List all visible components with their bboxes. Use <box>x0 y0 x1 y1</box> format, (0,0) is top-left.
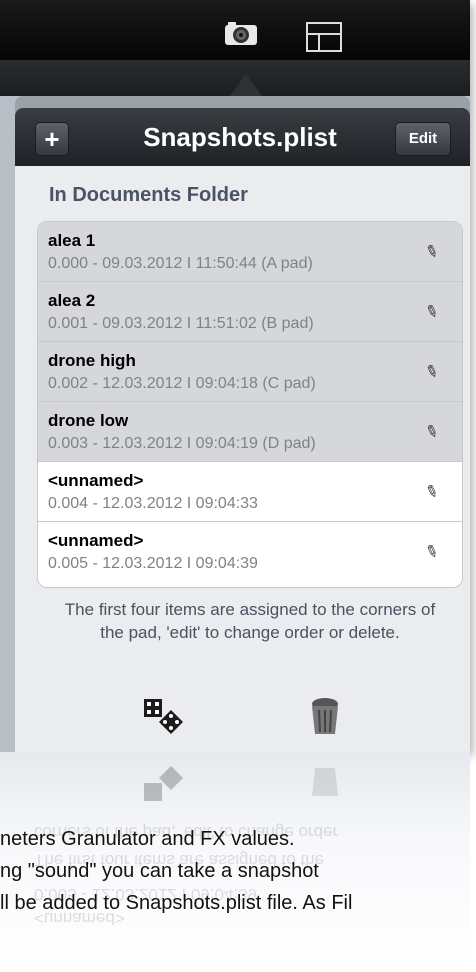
section-header: In Documents Folder <box>49 184 248 206</box>
snapshot-name: <unnamed> <box>48 471 144 490</box>
snapshot-detail: 0.004 - 12.03.2012 I 09:04:33 <box>48 495 258 512</box>
trash-icon[interactable] <box>307 696 343 736</box>
snapshot-name: drone high <box>48 351 136 370</box>
snapshot-name: alea 2 <box>48 291 96 310</box>
snapshot-detail: 0.001 - 09.03.2012 I 11:51:02 (B pad) <box>48 315 314 332</box>
snapshot-detail: 0.003 - 12.03.2012 I 09:04:19 (D pad) <box>48 435 316 452</box>
pencil-icon[interactable]: ✎ <box>422 420 441 443</box>
top-toolbar <box>0 0 470 60</box>
device-screen: + Snapshots.plist Edit In Documents Fold… <box>0 0 470 752</box>
snapshot-row[interactable]: drone low 0.003 - 12.03.2012 I 09:04:19 … <box>38 402 462 462</box>
document-text-line: ll be added to Snapshots.plist file. As … <box>0 892 353 914</box>
snapshot-row[interactable]: drone high 0.002 - 12.03.2012 I 09:04:18… <box>38 342 462 402</box>
trash-reflection <box>312 768 338 796</box>
pencil-icon[interactable]: ✎ <box>422 480 441 503</box>
dice-reflection <box>144 766 183 801</box>
snapshot-detail: 0.005 - 12.03.2012 I 09:04:39 <box>48 555 258 572</box>
snapshot-name: <unnamed> <box>48 531 144 550</box>
snapshot-detail: 0.000 - 09.03.2012 I 11:50:44 (A pad) <box>48 255 313 272</box>
dice-icon[interactable] <box>143 698 183 734</box>
add-snapshot-button[interactable]: + <box>35 122 69 156</box>
snapshot-row[interactable]: <unnamed> 0.005 - 12.03.2012 I 09:04:39 … <box>38 522 462 582</box>
document-text-line: ng "sound" you can take a snapshot <box>0 860 319 882</box>
snapshot-name: alea 1 <box>48 231 96 250</box>
snapshot-list: alea 1 0.000 - 09.03.2012 I 11:50:44 (A … <box>37 221 463 588</box>
snapshot-row[interactable]: alea 1 0.000 - 09.03.2012 I 11:50:44 (A … <box>38 222 462 282</box>
camera-icon[interactable] <box>224 20 258 46</box>
snapshot-detail: 0.002 - 12.03.2012 I 09:04:18 (C pad) <box>48 375 316 392</box>
pencil-icon[interactable]: ✎ <box>422 300 441 323</box>
snapshot-row[interactable]: <unnamed> 0.004 - 12.03.2012 I 09:04:33 … <box>38 462 462 522</box>
popover-navbar: + Snapshots.plist Edit <box>15 108 470 166</box>
pencil-icon[interactable]: ✎ <box>422 360 441 383</box>
help-note: The first four items are assigned to the… <box>64 600 436 642</box>
pencil-icon[interactable]: ✎ <box>422 540 441 563</box>
snapshot-name: drone low <box>48 411 129 430</box>
popover-arrow <box>230 74 262 96</box>
pencil-icon[interactable]: ✎ <box>422 240 441 263</box>
popover-title: Snapshots.plist <box>143 122 337 152</box>
snapshots-popover: + Snapshots.plist Edit In Documents Fold… <box>15 96 470 752</box>
document-text-line: neters Granulator and FX values. <box>0 828 295 850</box>
edit-button[interactable]: Edit <box>395 122 451 156</box>
popover-content: In Documents Folder alea 1 0.000 - 09.03… <box>15 166 470 752</box>
grid-icon[interactable] <box>306 22 342 52</box>
snapshot-row[interactable]: alea 2 0.001 - 09.03.2012 I 11:51:02 (B … <box>38 282 462 342</box>
